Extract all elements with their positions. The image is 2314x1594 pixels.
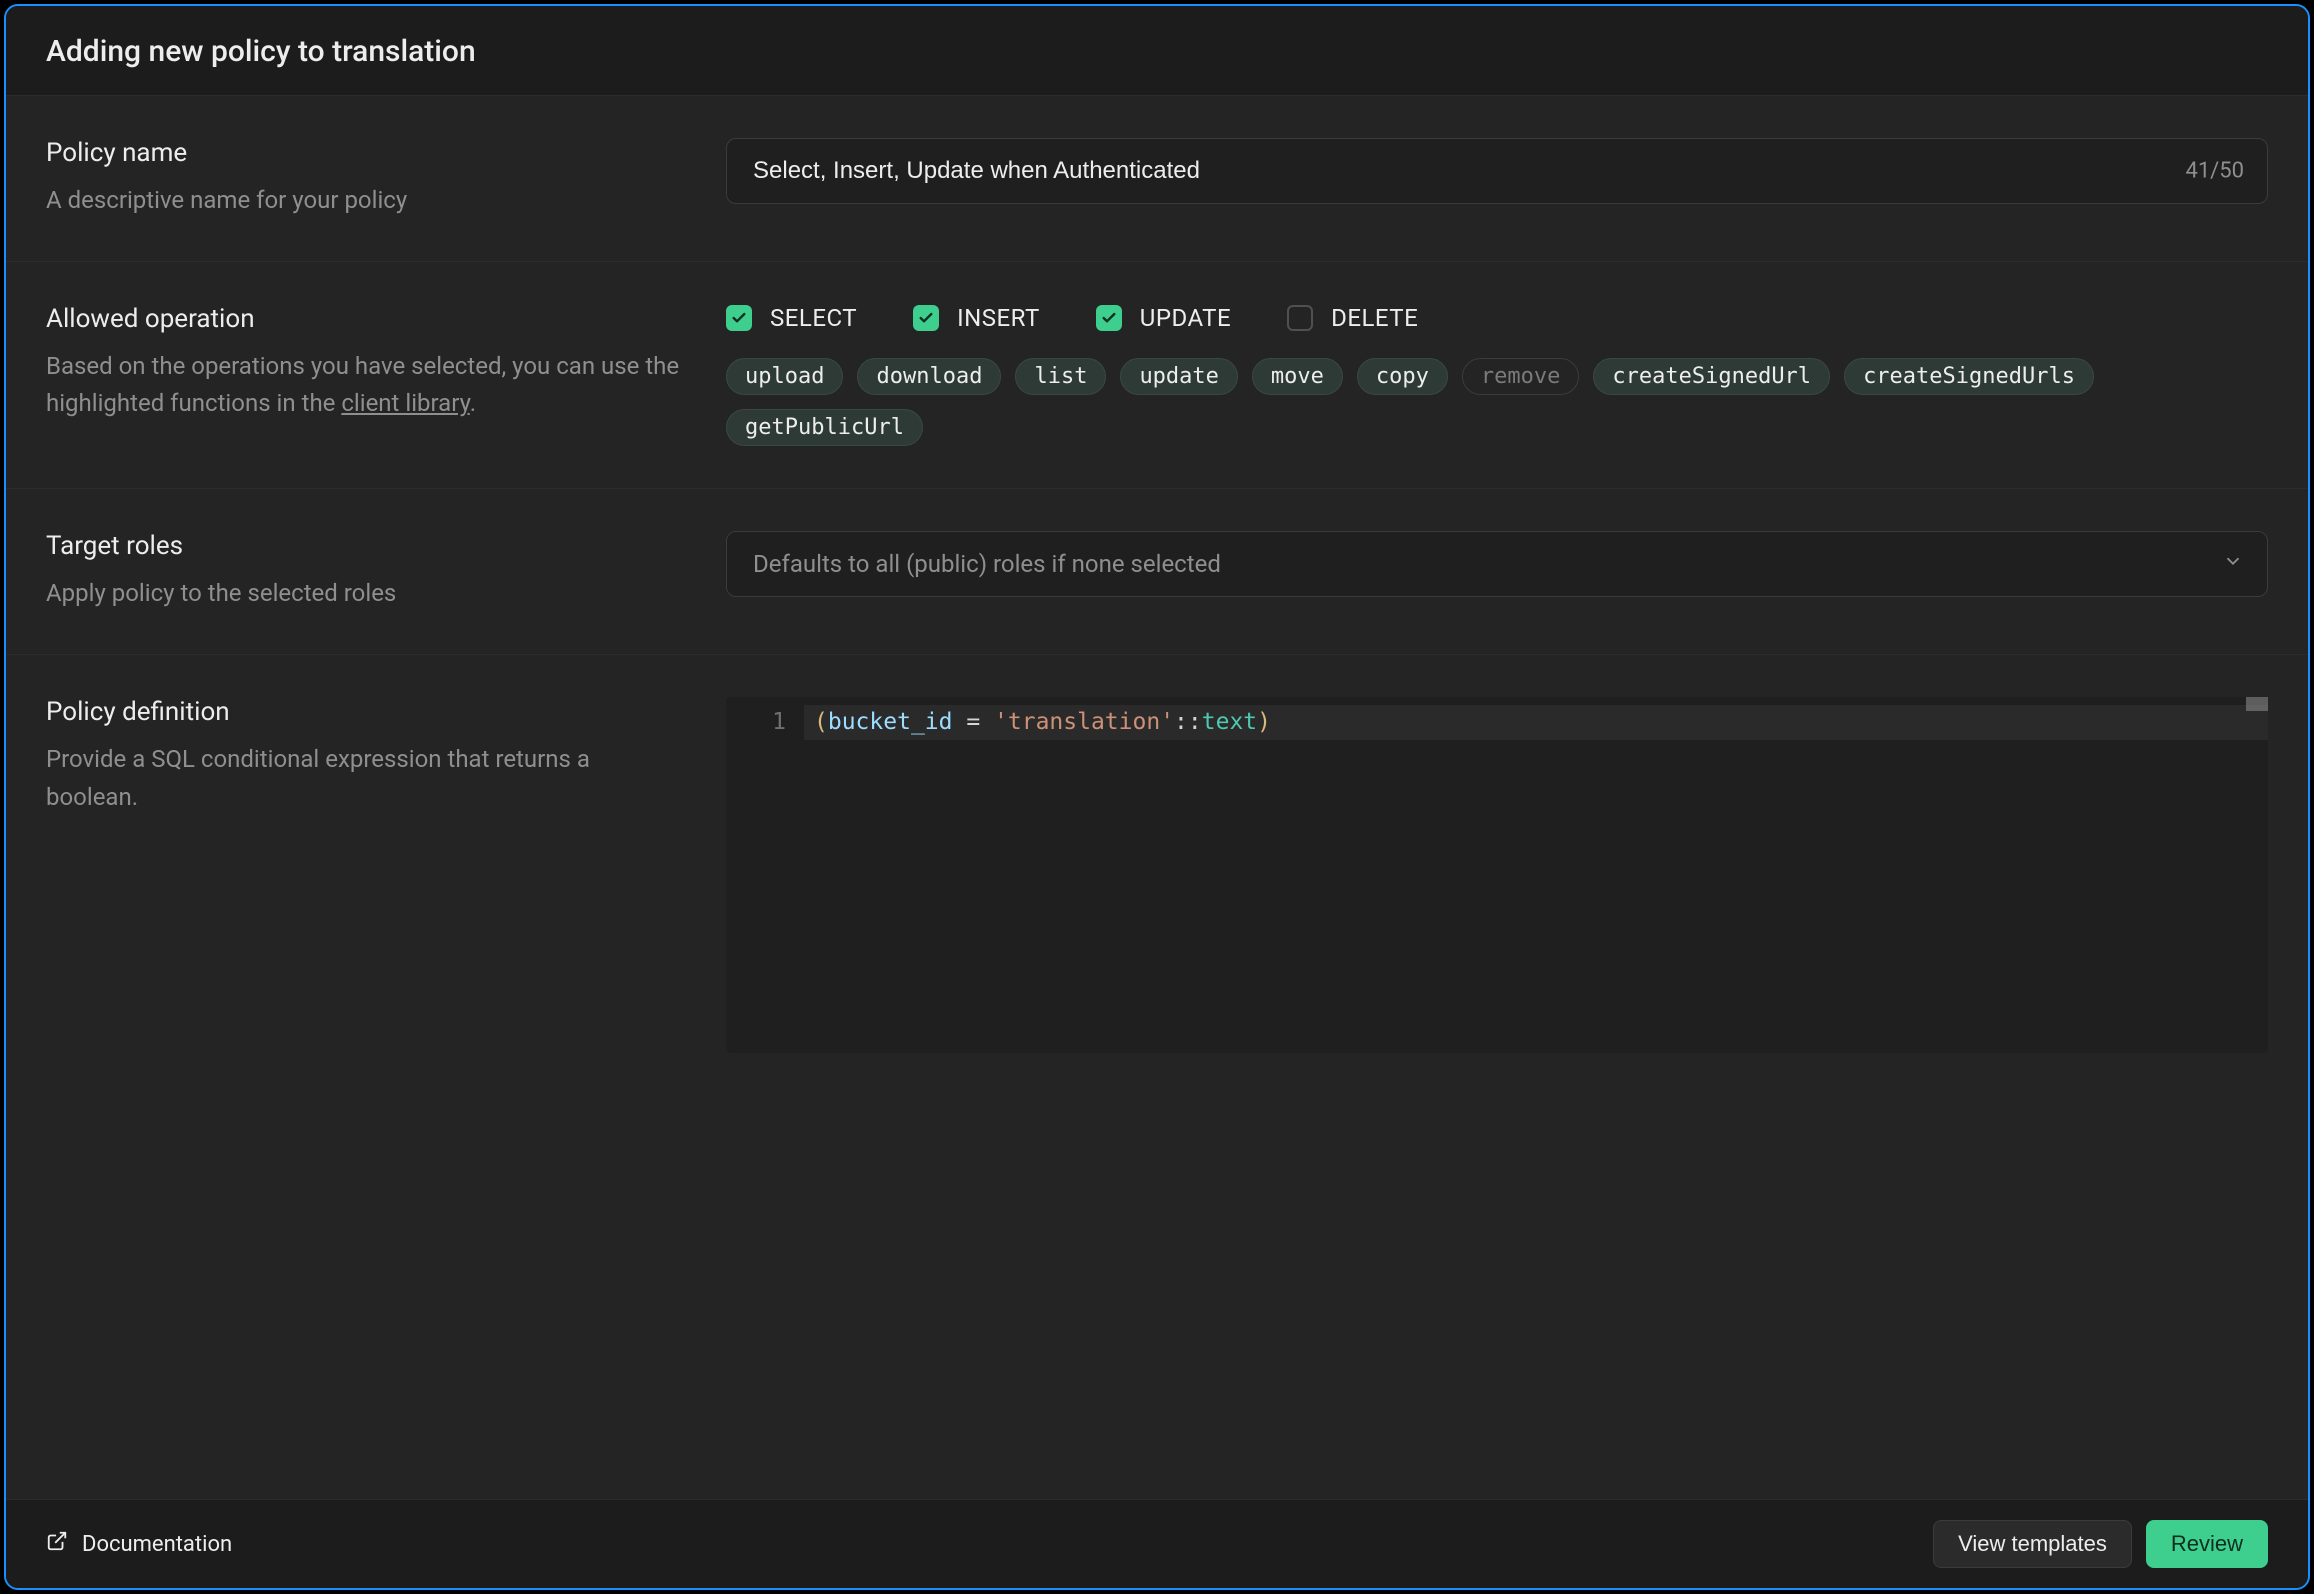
check-icon	[913, 305, 939, 331]
policy-definition-title: Policy definition	[46, 697, 686, 727]
code-open-paren: (	[814, 709, 828, 735]
policy-name-desc: A descriptive name for your policy	[46, 182, 686, 219]
editor-gutter: 1	[726, 697, 804, 1053]
function-tags: upload download list update move copy re…	[726, 358, 2268, 446]
tag-list: list	[1015, 358, 1106, 395]
policy-definition-editor[interactable]: 1 (bucket_id = 'translation'::text)	[726, 697, 2268, 1053]
tag-createsignedurl: createSignedUrl	[1593, 358, 1830, 395]
tag-remove: remove	[1462, 358, 1579, 395]
checkbox-delete[interactable]: DELETE	[1287, 304, 1418, 332]
checkbox-insert[interactable]: INSERT	[913, 304, 1040, 332]
editor-minimap-cursor	[2246, 697, 2268, 711]
modal-body: Policy name A descriptive name for your …	[6, 96, 2308, 1499]
footer-actions: View templates Review	[1933, 1520, 2268, 1568]
editor-content: (bucket_id = 'translation'::text)	[804, 697, 2268, 1053]
tag-upload: upload	[726, 358, 843, 395]
tag-getpublicurl: getPublicUrl	[726, 409, 923, 446]
modal-header: Adding new policy to translation	[6, 6, 2308, 96]
policy-definition-desc: Provide a SQL conditional expression tha…	[46, 741, 686, 815]
target-roles-placeholder: Defaults to all (public) roles if none s…	[753, 550, 1221, 578]
policy-definition-section: Policy definition Provide a SQL conditio…	[6, 655, 2308, 1095]
documentation-label: Documentation	[82, 1532, 232, 1557]
checkbox-update-label: UPDATE	[1140, 304, 1231, 332]
target-roles-select[interactable]: Defaults to all (public) roles if none s…	[726, 531, 2268, 597]
target-roles-title: Target roles	[46, 531, 686, 561]
code-type: text	[1202, 709, 1257, 735]
client-library-link[interactable]: client library	[341, 389, 469, 417]
allowed-operation-desc: Based on the operations you have selecte…	[46, 348, 686, 422]
checkbox-delete-label: DELETE	[1331, 304, 1418, 332]
target-roles-desc: Apply policy to the selected roles	[46, 575, 686, 612]
policy-name-input-wrap: 41/50	[726, 138, 2268, 204]
code-ident: bucket_id	[828, 709, 953, 735]
checkbox-select-label: SELECT	[770, 304, 857, 332]
operation-checkbox-row: SELECT INSERT UPDATE	[726, 304, 2268, 332]
review-button[interactable]: Review	[2146, 1520, 2268, 1568]
documentation-link[interactable]: Documentation	[46, 1530, 232, 1558]
tag-update: update	[1120, 358, 1237, 395]
policy-name-title: Policy name	[46, 138, 686, 168]
tag-createsignedurls: createSignedUrls	[1844, 358, 2094, 395]
external-link-icon	[46, 1530, 68, 1558]
target-roles-section: Target roles Apply policy to the selecte…	[6, 489, 2308, 655]
modal-footer: Documentation View templates Review	[6, 1499, 2308, 1588]
chevron-down-icon	[2222, 550, 2244, 578]
allowed-operation-section: Allowed operation Based on the operation…	[6, 262, 2308, 489]
modal-title: Adding new policy to translation	[46, 34, 2268, 69]
policy-name-section: Policy name A descriptive name for your …	[6, 96, 2308, 262]
tag-download: download	[857, 358, 1001, 395]
tag-copy: copy	[1357, 358, 1448, 395]
checkbox-select[interactable]: SELECT	[726, 304, 857, 332]
checkbox-update[interactable]: UPDATE	[1096, 304, 1231, 332]
check-icon	[726, 305, 752, 331]
code-cast: ::	[1174, 709, 1202, 735]
code-eq: =	[952, 709, 994, 735]
add-policy-modal: Adding new policy to translation Policy …	[4, 4, 2310, 1590]
code-close-paren: )	[1257, 709, 1271, 735]
target-roles-select-wrap: Defaults to all (public) roles if none s…	[726, 531, 2268, 597]
checkbox-insert-label: INSERT	[957, 304, 1040, 332]
checkbox-empty-icon	[1287, 305, 1313, 331]
line-number-1: 1	[734, 705, 786, 740]
policy-name-char-count: 41/50	[2185, 159, 2244, 184]
check-icon	[1096, 305, 1122, 331]
policy-name-input[interactable]	[726, 138, 2268, 204]
tag-move: move	[1252, 358, 1343, 395]
allowed-operation-desc-post: .	[470, 389, 476, 417]
view-templates-button[interactable]: View templates	[1933, 1520, 2132, 1568]
allowed-operation-title: Allowed operation	[46, 304, 686, 334]
code-string: 'translation'	[994, 709, 1174, 735]
